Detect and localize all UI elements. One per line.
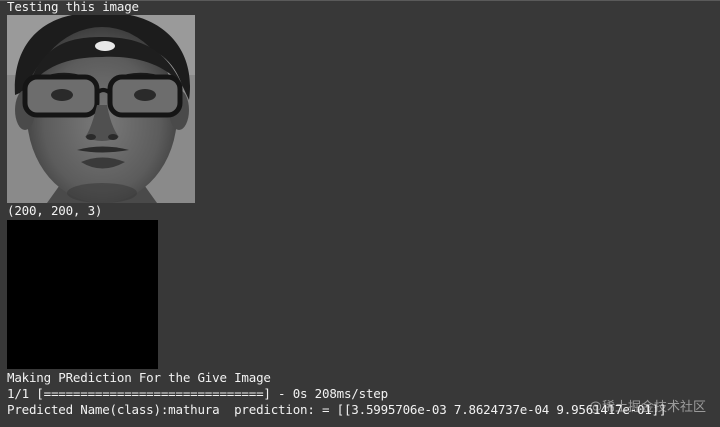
image-shape-text: (200, 200, 3) bbox=[7, 203, 103, 218]
face-image bbox=[7, 15, 195, 203]
face-image-output bbox=[7, 15, 195, 203]
prediction-result-line: Predicted Name(class):mathura prediction… bbox=[7, 402, 667, 417]
watermark: @稀土掘金技术社区 bbox=[588, 400, 706, 415]
black-image-output bbox=[7, 220, 158, 369]
testing-label: Testing this image bbox=[7, 0, 139, 14]
making-prediction-text: Making PRediction For the Give Image bbox=[7, 370, 271, 385]
progress-line: 1/1 [==============================] - 0… bbox=[7, 386, 388, 401]
